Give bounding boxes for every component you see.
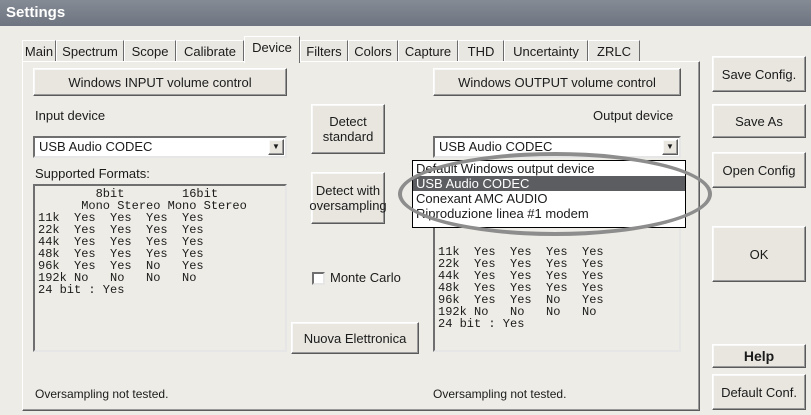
chevron-down-icon[interactable]: ▼ <box>662 139 678 155</box>
tab-main[interactable]: Main <box>22 40 56 62</box>
nuova-elettronica-button[interactable]: Nuova Elettronica <box>291 322 419 354</box>
input-device-select[interactable]: USB Audio CODEC ▼ <box>33 136 287 158</box>
output-oversampling-status: Oversampling not tested. <box>433 387 567 401</box>
tab-uncertainty[interactable]: Uncertainty <box>504 40 588 62</box>
input-device-value: USB Audio CODEC <box>39 139 153 154</box>
input-formats-table: 8bit 16bit Mono Stereo Mono Stereo 11k Y… <box>33 184 287 352</box>
device-panel: Windows INPUT volume control Input devic… <box>22 61 700 411</box>
chevron-down-icon[interactable]: ▼ <box>268 139 284 155</box>
dropdown-option-modem[interactable]: Riproduzione linea #1 modem <box>413 206 685 221</box>
output-device-select[interactable]: USB Audio CODEC ▼ <box>433 136 681 158</box>
ok-button[interactable]: OK <box>712 226 806 282</box>
dropdown-option-default[interactable]: Default Windows output device <box>413 161 685 176</box>
detect-standard-button[interactable]: Detect standard <box>311 104 385 154</box>
dropdown-option-conexant[interactable]: Conexant AMC AUDIO <box>413 191 685 206</box>
help-button[interactable]: Help <box>712 344 806 368</box>
tab-thd[interactable]: THD <box>458 40 504 62</box>
output-24bit: 24 bit : Yes <box>438 317 525 331</box>
tab-capture[interactable]: Capture <box>398 40 458 62</box>
tab-zrlc[interactable]: ZRLC <box>588 40 640 62</box>
tab-device[interactable]: Device <box>244 36 300 63</box>
input-oversampling-status: Oversampling not tested. <box>35 387 169 401</box>
tab-filters[interactable]: Filters <box>300 40 348 62</box>
tab-calibrate[interactable]: Calibrate <box>176 40 244 62</box>
input-device-label: Input device <box>35 108 106 123</box>
detect-oversampling-button[interactable]: Detect with oversampling <box>309 172 387 224</box>
tab-colors[interactable]: Colors <box>348 40 398 62</box>
window-title: Settings <box>0 0 811 26</box>
input-formats-label: Supported Formats: <box>35 166 150 181</box>
monte-carlo-checkbox[interactable] <box>312 272 325 285</box>
tab-scope[interactable]: Scope <box>124 40 176 62</box>
output-device-value: USB Audio CODEC <box>439 139 553 154</box>
dropdown-option-usb-audio-codec[interactable]: USB Audio CODEC <box>413 176 685 191</box>
windows-input-volume-button[interactable]: Windows INPUT volume control <box>33 68 287 96</box>
input-24bit: 24 bit : Yes <box>38 283 125 297</box>
settings-window: Main Spectrum Scope Calibrate Device Fil… <box>0 26 811 415</box>
default-conf-button[interactable]: Default Conf. <box>712 374 806 410</box>
tab-spectrum[interactable]: Spectrum <box>56 40 124 62</box>
save-config-button[interactable]: Save Config. <box>712 56 806 92</box>
open-config-button[interactable]: Open Config <box>712 152 806 188</box>
save-as-button[interactable]: Save As <box>712 104 806 138</box>
windows-output-volume-button[interactable]: Windows OUTPUT volume control <box>433 68 681 96</box>
output-device-dropdown: Default Windows output device USB Audio … <box>412 160 686 228</box>
output-device-label: Output device <box>593 108 674 123</box>
monte-carlo-label: Monte Carlo <box>330 270 401 285</box>
